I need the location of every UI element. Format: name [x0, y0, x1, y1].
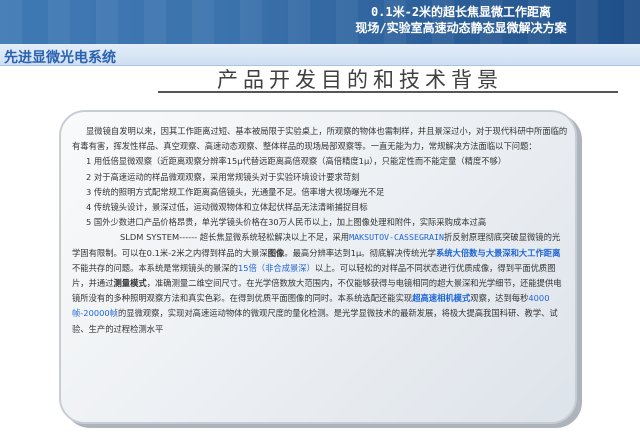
- list-item-1: 1 用低倍显微观察（近距离观察分辨率15μ代替远距离高倍观察（高倍精度1μ），只…: [86, 156, 507, 167]
- header-title-line-1: 0.1米-2米的超长焦显微工作距离: [370, 5, 552, 19]
- brand-name: 先进显微光电系统: [4, 50, 116, 66]
- solution-paragraph: SLDM SYSTEM------ 超长焦显微系统轻松解决以上不足，采用MAKS…: [72, 230, 568, 336]
- page-title: 产品开发目的和技术背景: [217, 68, 503, 92]
- solution-text-m: 观察，达到每秒: [470, 293, 529, 304]
- list-item-2: 2 对于高速运动的样品微观观察，采用常规镜头对于实验环境设计要求苛刻: [86, 171, 360, 182]
- list-item-4: 4 传统镜头设计，景深过低，运动微观物体和立体起伏样品无法清晰捕捉目标: [86, 202, 368, 213]
- solution-text-g: 不能共存的问题。本系统是常规镜头的景深的: [72, 262, 238, 273]
- solution-text-e: 。最高分辨率达到1μ。彻底解决传统光学: [284, 247, 436, 258]
- content-text: 显微镜自发明以来，因其工作距离过短、基本被局限于实验桌上，所观察的物体也需制样，…: [72, 124, 568, 337]
- list-item-5: 5 国外少数进口产品价格昂贵，单光学镜头价格在30万人民币以上，加上图像处理和附…: [86, 217, 487, 228]
- measurement-mode-highlight: 测量模式: [113, 278, 147, 289]
- list-item-3: 3 传统的照明方式配常规工作距离高倍镜头，光通量不足。倍率增大视场曝光不足: [86, 186, 385, 197]
- solution-text-o: 的显微观察，实现对高速运动物体的微观尺度的量化检测。是光学显微技术的最新发展，将…: [72, 308, 558, 334]
- intro-paragraph: 显微镜自发明以来，因其工作距离过短、基本被局限于实验桌上，所观察的物体也需制样，…: [72, 126, 568, 152]
- header-title-line-2: 现场/实验室高速动态静态显微解决方案: [355, 21, 567, 35]
- key-feature-highlight: 系统大倍数与大景深和大工作距离: [435, 247, 561, 258]
- image-highlight: 图像: [267, 247, 285, 258]
- slide-header-title: 0.1米-2米的超长焦显微工作距离 现场/实验室高速动态静态显微解决方案: [296, 4, 626, 36]
- depth-of-field-highlight: 15倍（非合成景深）: [237, 262, 315, 273]
- optics-principle-highlight: MAKSUTOV-CASSEGRAIN: [349, 232, 445, 243]
- solution-text-a: SLDM SYSTEM------ 超长焦显微系统轻松解决以上不足，采用: [120, 232, 350, 243]
- high-speed-camera-highlight: 超高速相机模式: [412, 293, 471, 304]
- title-underline: [158, 91, 618, 93]
